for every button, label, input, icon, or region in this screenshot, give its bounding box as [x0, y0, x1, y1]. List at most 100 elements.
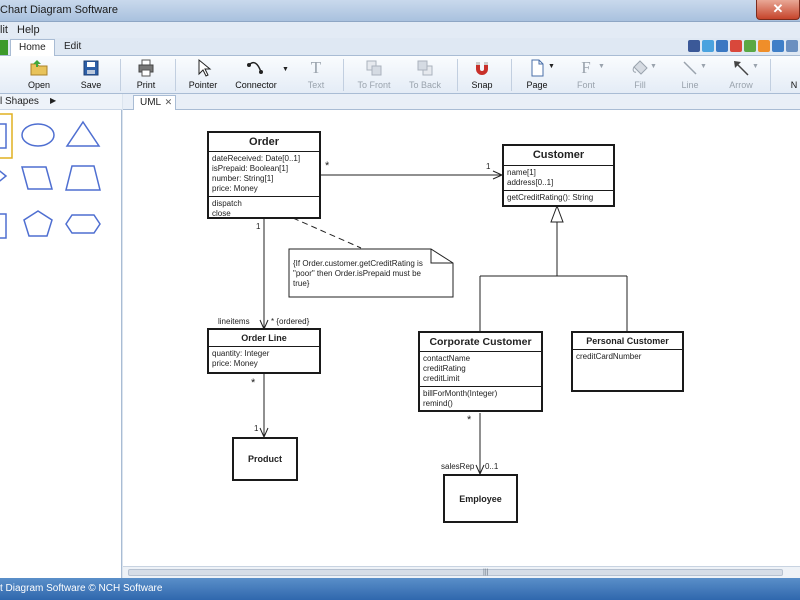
floppy-disk-icon: [83, 60, 99, 76]
bring-to-front-icon: [366, 60, 382, 76]
class-order-attributes: dateReceived: Date[0..1] isPrepaid: Bool…: [209, 152, 319, 197]
snap-button[interactable]: Snap: [468, 58, 496, 92]
multiplicity-order-line: 1: [256, 222, 261, 231]
multiplicity-line-product: *: [251, 377, 256, 389]
social-icons: [688, 40, 798, 52]
shape-ellipse[interactable]: [21, 123, 55, 147]
more-label: N: [790, 80, 798, 90]
text-button[interactable]: T Text: [302, 58, 330, 92]
shape-rounded-rect[interactable]: [0, 213, 7, 239]
attribute: address[0..1]: [507, 178, 554, 187]
status-text: t Diagram Software © NCH Software: [0, 583, 163, 594]
close-window-button[interactable]: ✕: [756, 0, 800, 20]
shape-hexagon[interactable]: [65, 214, 101, 234]
print-button[interactable]: Print: [132, 58, 160, 92]
class-product[interactable]: Product: [232, 437, 298, 481]
app-menu-button[interactable]: [0, 40, 8, 55]
toolbar-separator: [120, 59, 121, 91]
class-order-line[interactable]: Order Line quantity: Integer price: Mone…: [207, 328, 321, 374]
page-dropdown-icon[interactable]: ▼: [548, 63, 555, 70]
close-tab-icon[interactable]: ✕: [165, 97, 173, 108]
to-back-button[interactable]: To Back: [406, 58, 444, 92]
tab-uml[interactable]: UML ✕: [133, 95, 177, 111]
arrow-dropdown-icon[interactable]: ▼: [752, 63, 759, 70]
class-customer-name: Customer: [504, 146, 613, 166]
connector-button[interactable]: Connector: [232, 58, 280, 92]
toolbar-separator: [457, 59, 458, 91]
printer-icon: [138, 59, 154, 77]
class-corporate-customer-name: Corporate Customer: [420, 333, 541, 352]
linkedin-icon[interactable]: [716, 40, 728, 52]
shapes-panel-header[interactable]: l Shapes ▶: [0, 94, 122, 110]
role-lineitems: lineitems: [218, 317, 250, 326]
attribute: price: Money: [212, 184, 258, 193]
toolbar-separator: [343, 59, 344, 91]
shape-trapezoid[interactable]: [65, 165, 101, 191]
class-employee[interactable]: Employee: [443, 474, 518, 523]
to-back-label: To Back: [408, 80, 441, 90]
tab-edit[interactable]: Edit: [56, 39, 89, 57]
font-button[interactable]: F Font: [572, 58, 600, 92]
constraint-note: {If Order.customer.getCreditRating is "p…: [293, 259, 423, 289]
tab-home[interactable]: Home: [10, 39, 55, 57]
shape-parallelogram[interactable]: [21, 166, 53, 190]
share-icon[interactable]: [730, 40, 742, 52]
class-order[interactable]: Order dateReceived: Date[0..1] isPrepaid…: [207, 131, 321, 219]
font-dropdown-icon[interactable]: ▼: [598, 63, 605, 70]
rss-icon[interactable]: [758, 40, 770, 52]
diagram-canvas[interactable]: Order dateReceived: Date[0..1] isPrepaid…: [123, 110, 800, 566]
menu-edit[interactable]: lit: [0, 24, 8, 36]
attribute: creditCardNumber: [576, 352, 642, 361]
fill-dropdown-icon[interactable]: ▼: [650, 63, 657, 70]
attribute: quantity: Integer: [212, 349, 270, 358]
to-front-label: To Front: [357, 80, 391, 90]
page-button[interactable]: Page: [523, 58, 551, 92]
expand-arrow-icon[interactable]: ▶: [50, 96, 56, 105]
operation: billForMonth(Integer): [423, 389, 498, 398]
class-personal-customer-name: Personal Customer: [573, 333, 682, 350]
class-customer[interactable]: Customer name[1] address[0..1] getCredit…: [502, 144, 615, 207]
class-corporate-customer-attributes: contactName creditRating creditLimit: [420, 352, 541, 387]
open-button[interactable]: Open: [24, 58, 54, 92]
save-button[interactable]: Save: [76, 58, 106, 92]
arrow-label: Arrow: [729, 80, 753, 90]
shape-arrow[interactable]: [0, 168, 8, 184]
link-icon[interactable]: [772, 40, 784, 52]
fill-label: Fill: [634, 80, 646, 90]
line-dropdown-icon[interactable]: ▼: [700, 63, 707, 70]
open-label: Open: [27, 80, 51, 90]
shape-pentagon[interactable]: [23, 210, 53, 237]
facebook-icon[interactable]: [688, 40, 700, 52]
attribute: dateReceived: Date[0..1]: [212, 154, 301, 163]
multiplicity-product-line: 1: [254, 424, 259, 433]
to-front-button[interactable]: To Front: [355, 58, 393, 92]
menu-help[interactable]: Help: [17, 24, 40, 36]
twitter-icon[interactable]: [702, 40, 714, 52]
arrow-icon: [734, 61, 749, 76]
snap-label: Snap: [471, 80, 493, 90]
connector-label: Connector: [235, 80, 277, 90]
toolbar-separator: [770, 59, 771, 91]
connector-dropdown-icon[interactable]: ▼: [282, 66, 289, 73]
bookmark-icon[interactable]: [744, 40, 756, 52]
help-icon[interactable]: [786, 40, 798, 52]
multiplicity-ordered: * {ordered}: [271, 317, 310, 326]
pointer-button[interactable]: Pointer: [186, 58, 220, 92]
note-link-dashed[interactable]: [292, 217, 362, 249]
toolbar-separator: [511, 59, 512, 91]
class-personal-customer[interactable]: Personal Customer creditCardNumber: [571, 331, 684, 392]
scrollbar-thumb[interactable]: [128, 569, 783, 576]
attribute: isPrepaid: Boolean[1]: [212, 164, 289, 173]
multiplicity-order-customer: *: [325, 160, 330, 172]
document-tab-bar: UML ✕: [123, 94, 800, 111]
save-label: Save: [80, 80, 102, 90]
shape-triangle[interactable]: [65, 120, 101, 147]
attribute: contactName: [423, 354, 471, 363]
generalization-triangle: [550, 204, 564, 223]
horizontal-scrollbar[interactable]: |||: [123, 566, 800, 578]
class-personal-customer-attributes: creditCardNumber: [573, 350, 682, 364]
class-corporate-customer[interactable]: Corporate Customer contactName creditRat…: [418, 331, 543, 412]
role-salesrep: salesRep: [441, 462, 475, 471]
pointer-label: Pointer: [188, 80, 218, 90]
class-order-operations: dispatch close: [209, 197, 319, 221]
